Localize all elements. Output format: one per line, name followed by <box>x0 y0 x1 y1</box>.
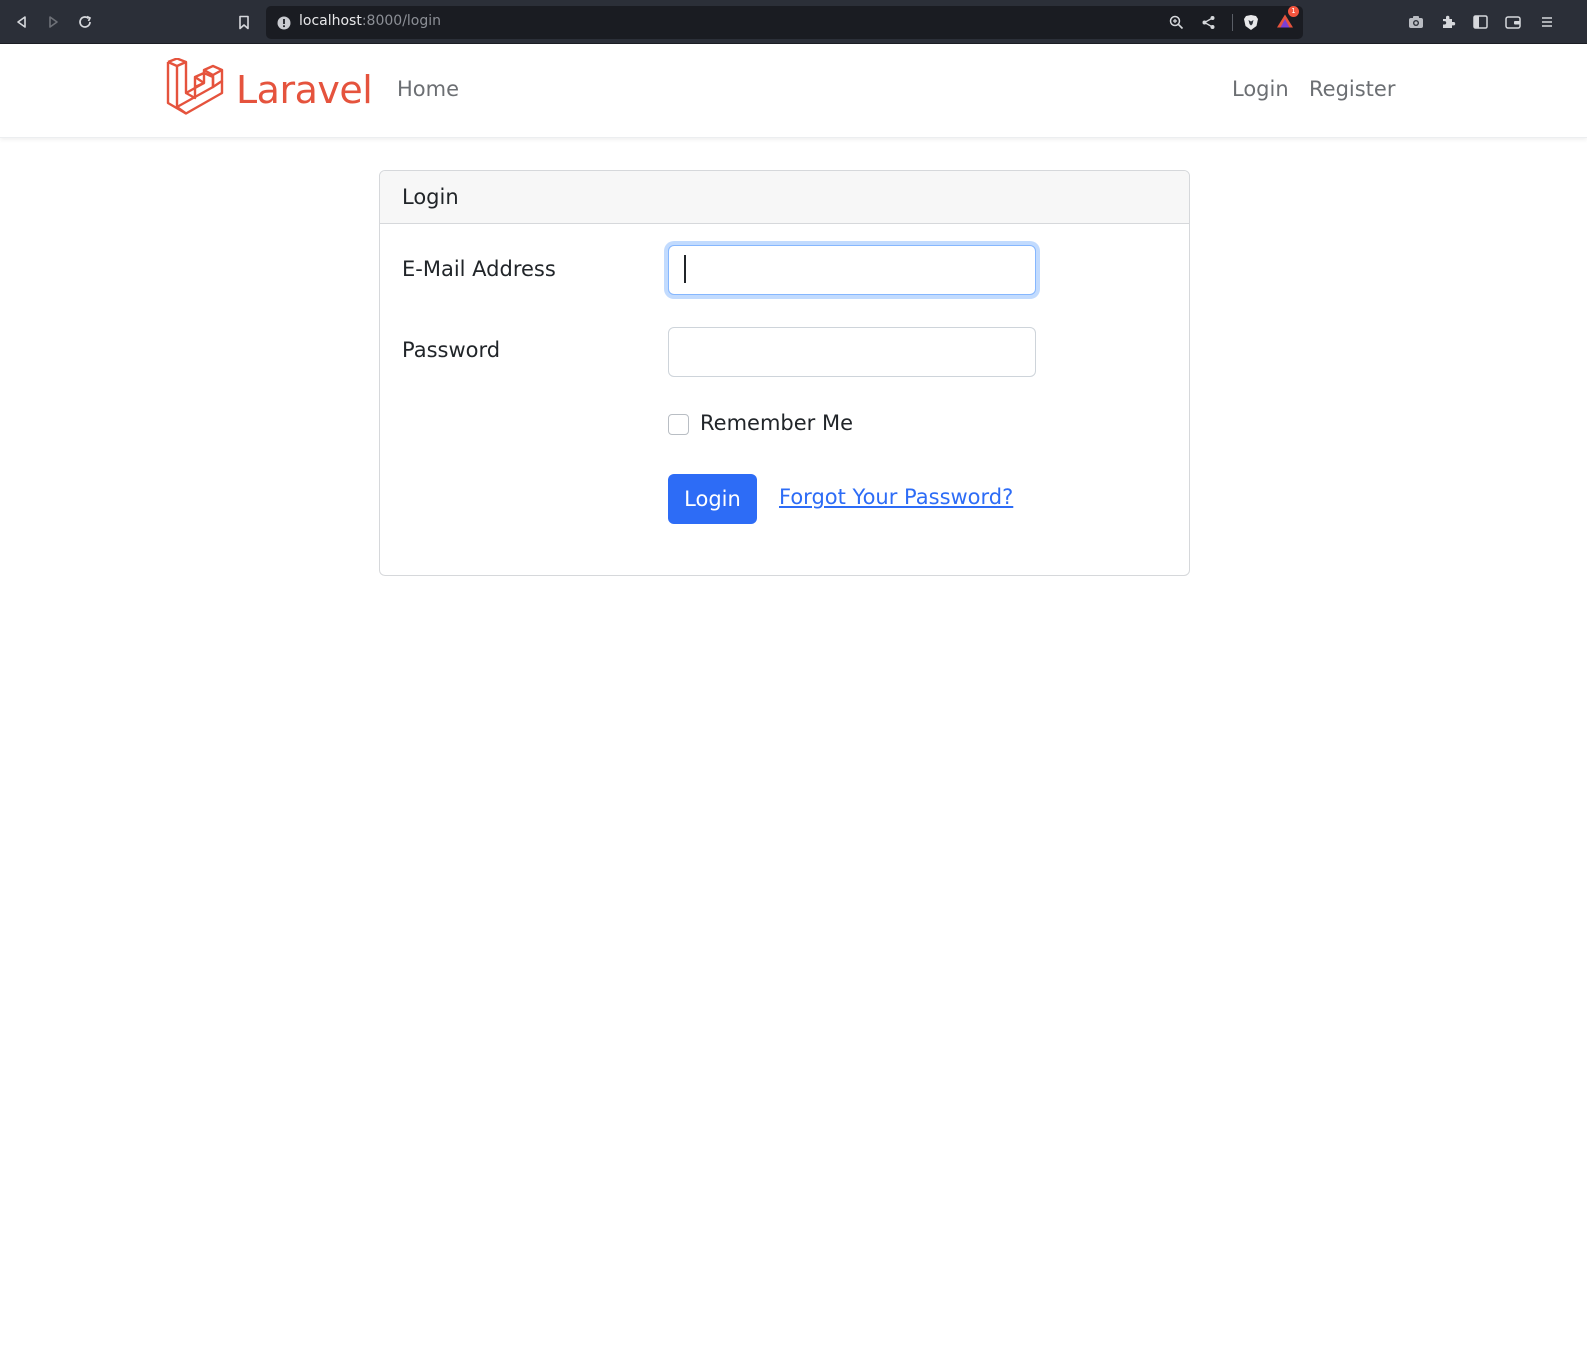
rewards-badge: 1 <box>1288 6 1299 17</box>
login-button[interactable]: Login <box>668 474 757 524</box>
nav-login-link[interactable]: Login <box>1232 77 1289 101</box>
nav-register-link[interactable]: Register <box>1309 77 1395 101</box>
email-label: E-Mail Address <box>402 257 556 281</box>
remember-me-checkbox[interactable] <box>668 414 689 435</box>
brave-shield-icon[interactable] <box>1239 10 1263 34</box>
brand-name: Laravel <box>236 68 373 112</box>
screenshot-icon[interactable] <box>1404 10 1428 34</box>
remember-me-label[interactable]: Remember Me <box>700 411 853 435</box>
wallet-icon[interactable] <box>1501 10 1525 34</box>
zoom-icon[interactable] <box>1164 10 1188 34</box>
reload-icon[interactable] <box>73 10 97 34</box>
extensions-icon[interactable] <box>1436 10 1460 34</box>
share-icon[interactable] <box>1196 10 1220 34</box>
password-label: Password <box>402 338 501 362</box>
brave-rewards-icon[interactable]: 1 <box>1273 6 1299 33</box>
app-navbar: Laravel Home Login Register <box>0 44 1587 138</box>
site-info-icon[interactable] <box>277 15 291 30</box>
login-card: Login E-Mail Address Password Remember M… <box>379 170 1190 576</box>
bookmark-icon[interactable] <box>232 10 256 34</box>
back-icon[interactable] <box>10 10 34 34</box>
nav-home-link[interactable]: Home <box>397 77 459 101</box>
password-field[interactable] <box>668 327 1036 377</box>
laravel-logo-icon <box>166 57 224 122</box>
address-divider <box>1232 14 1233 31</box>
text-caret <box>684 255 686 283</box>
sidebar-icon[interactable] <box>1468 10 1492 34</box>
address-url: localhost:8000/login <box>299 13 441 29</box>
card-header: Login <box>380 171 1189 224</box>
email-field[interactable] <box>668 245 1036 295</box>
brand-link[interactable]: Laravel <box>166 57 373 122</box>
address-bar[interactable]: localhost:8000/login 1 <box>266 6 1303 39</box>
url-path: :8000/login <box>361 13 442 29</box>
url-host: localhost <box>299 13 362 29</box>
browser-toolbar: localhost:8000/login 1 <box>0 0 1587 44</box>
forward-icon[interactable] <box>41 10 65 34</box>
forgot-password-link[interactable]: Forgot Your Password? <box>779 485 1013 509</box>
menu-icon[interactable] <box>1535 10 1559 34</box>
